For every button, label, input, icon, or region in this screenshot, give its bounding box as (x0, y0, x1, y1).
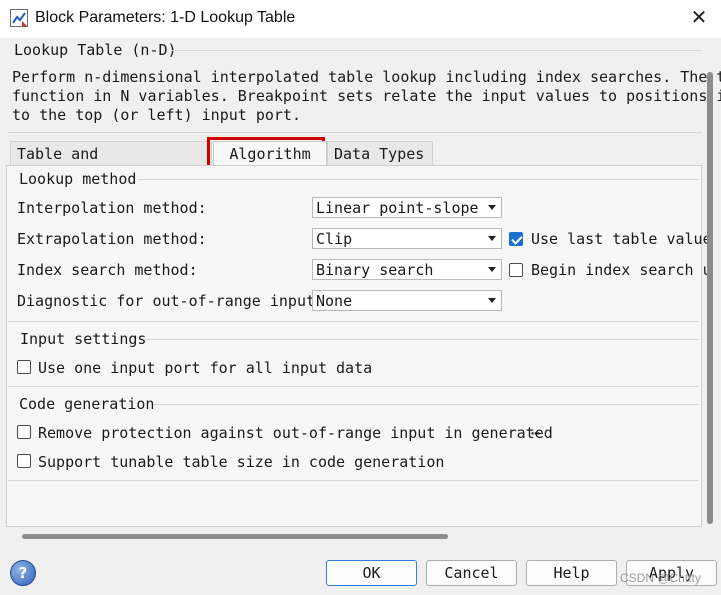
watermark: CSDN @Cnttty (620, 571, 701, 585)
extrapolation-method-value: Clip (316, 230, 353, 248)
use-last-table-value-label: Use last table value (531, 230, 712, 248)
title-bar: Block Parameters: 1-D Lookup Table ✕ (0, 0, 721, 38)
block-name-heading: Lookup Table (n-D) (14, 41, 177, 59)
simulink-block-icon (10, 9, 28, 27)
input-settings-divider (146, 339, 698, 340)
tab-algorithm[interactable]: Algorithm (213, 141, 327, 166)
lookup-method-heading: Lookup method (19, 170, 137, 188)
index-search-method-value: Binary search (316, 261, 434, 279)
interpolation-method-dropdown[interactable]: Linear point-slope (312, 197, 502, 218)
block-description-line-1: Perform n-dimensional interpolated table… (12, 68, 721, 86)
cancel-button[interactable]: Cancel (426, 560, 517, 586)
help-button[interactable]: Help (526, 560, 617, 586)
close-icon[interactable]: ✕ (688, 6, 710, 28)
ok-button[interactable]: OK (326, 560, 417, 586)
question-mark-glyph: ? (18, 564, 28, 582)
code-generation-bottom-divider (8, 480, 698, 481)
input-settings-heading: Input settings (20, 330, 147, 348)
block-description-line-2: function in N variables. Breakpoint sets… (12, 87, 721, 105)
tunable-size-checkbox[interactable] (17, 454, 31, 468)
one-input-port-checkbox[interactable] (17, 360, 31, 374)
lookup-method-divider (138, 179, 698, 180)
chevron-down-icon (488, 205, 496, 210)
chevron-down-icon (488, 267, 496, 272)
window-title: Block Parameters: 1-D Lookup Table (35, 9, 296, 26)
begin-index-search-checkbox[interactable] (509, 263, 523, 277)
help-icon[interactable]: ? (10, 560, 36, 586)
lookup-method-bottom-divider (8, 321, 698, 322)
horizontal-scrollbar-thumb[interactable] (22, 534, 448, 539)
code-generation-divider (154, 404, 698, 405)
remove-protection-label: Remove protection against out-of-range i… (38, 424, 553, 442)
diagnostic-value: None (316, 292, 353, 310)
use-last-table-value-checkbox[interactable] (509, 232, 523, 246)
remove-protection-checkbox[interactable] (17, 425, 31, 439)
tab-table-and-breakpoints[interactable]: Table and Breakpoints (10, 141, 212, 187)
index-search-method-label: Index search method: (17, 261, 198, 279)
code-generation-heading: Code generation (19, 395, 155, 413)
chevron-down-icon (488, 298, 496, 303)
tunable-size-label: Support tunable table size in code gener… (38, 453, 445, 471)
extrapolation-method-dropdown[interactable]: Clip (312, 228, 502, 249)
interpolation-method-value: Linear point-slope (316, 199, 479, 217)
diagnostic-dropdown[interactable]: None (312, 290, 502, 311)
extrapolation-method-label: Extrapolation method: (17, 230, 207, 248)
index-search-method-dropdown[interactable]: Binary search (312, 259, 502, 280)
vertical-scrollbar-thumb[interactable] (707, 72, 713, 524)
begin-index-search-label: Begin index search u (531, 261, 712, 279)
description-divider (8, 132, 702, 133)
input-settings-bottom-divider (8, 386, 698, 387)
one-input-port-label: Use one input port for all input data (38, 359, 373, 377)
diagnostic-label: Diagnostic for out-of-range input: (17, 292, 325, 310)
tab-data-types[interactable]: Data Types (327, 141, 433, 166)
interpolation-method-label: Interpolation method: (17, 199, 207, 217)
block-name-divider (172, 50, 702, 51)
chevron-down-icon (488, 236, 496, 241)
more-ellipsis-icon: ⋯ (531, 424, 541, 442)
block-description-line-3: to the top (or left) input port. (12, 106, 301, 124)
